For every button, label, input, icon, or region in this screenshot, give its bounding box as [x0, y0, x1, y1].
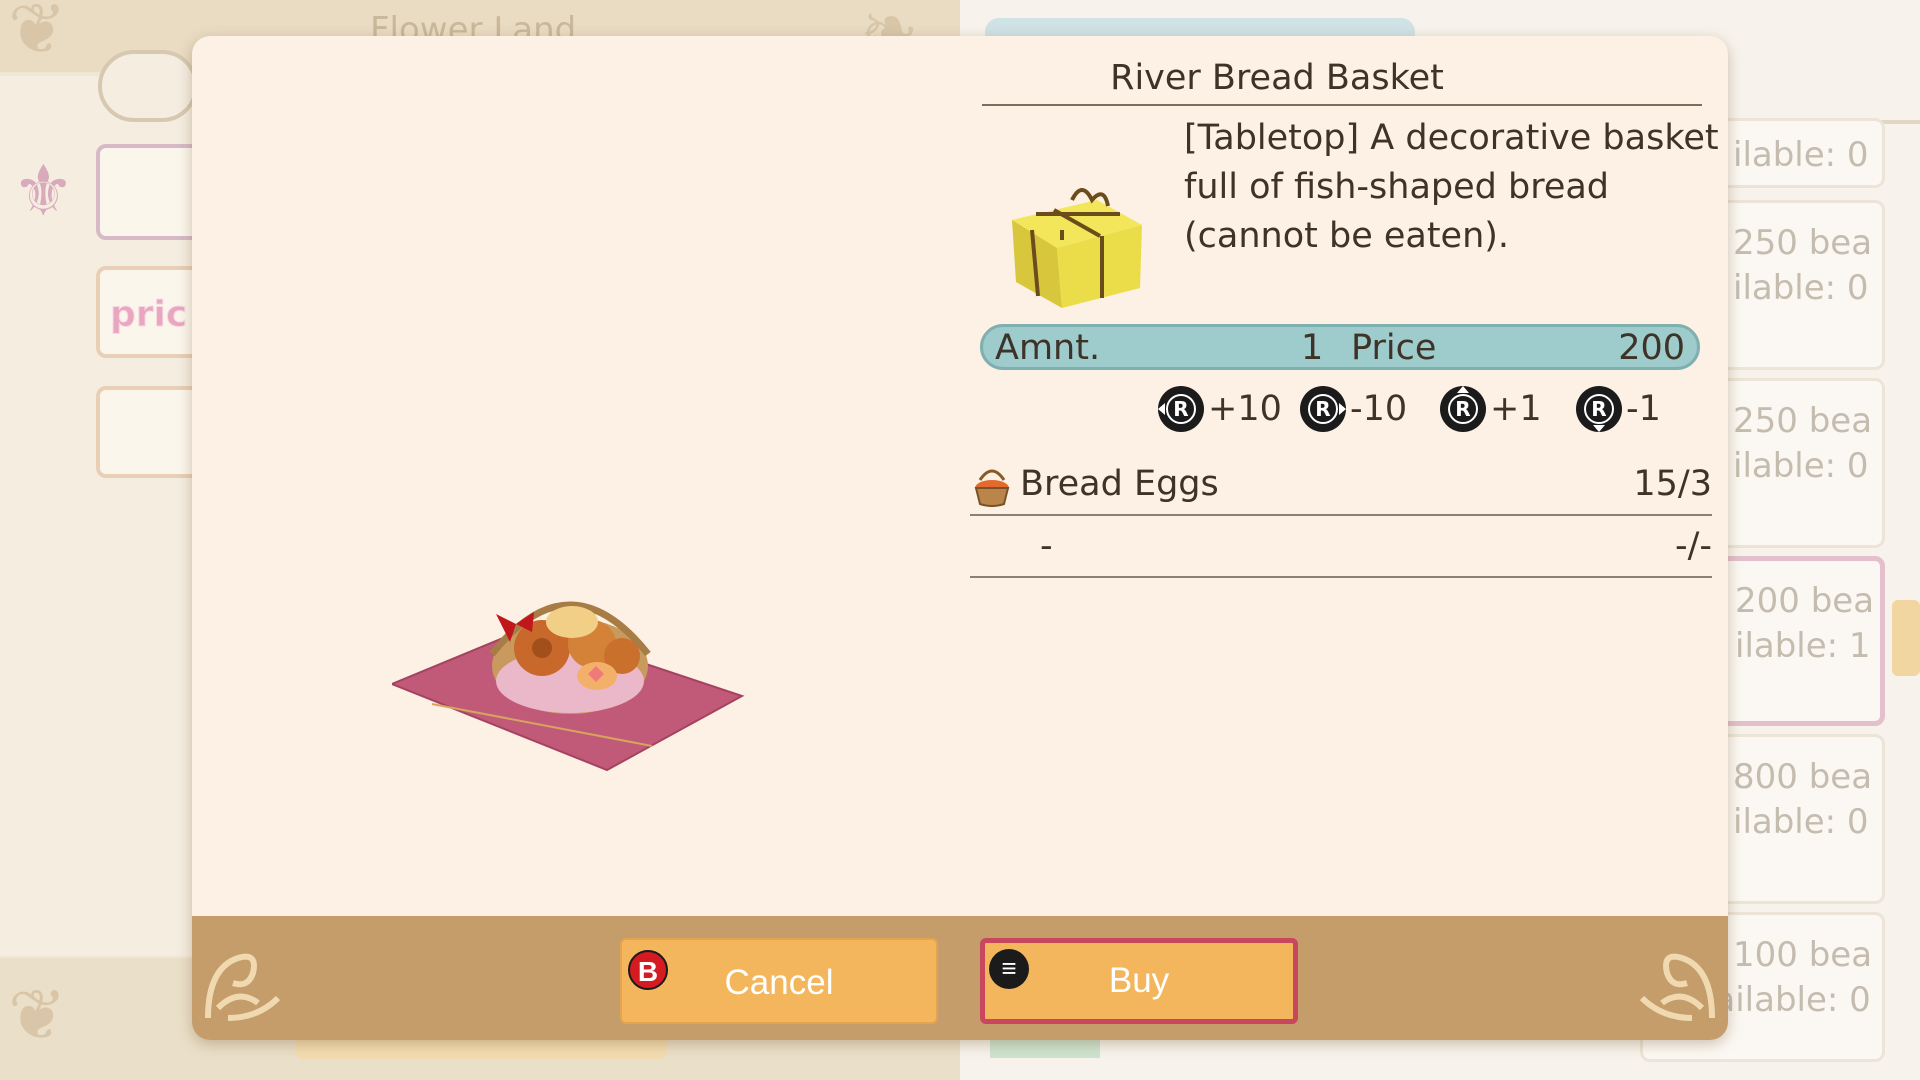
price-label: Price — [1351, 328, 1437, 368]
card-price-text: 250 bea — [1733, 401, 1873, 441]
amount-minus-1-control[interactable]: R -1 — [1576, 386, 1661, 432]
control-label: +1 — [1490, 389, 1542, 429]
flourish-icon: ❦ — [8, 0, 67, 70]
background-tab-pill — [98, 50, 198, 122]
card-price-text: 800 bea — [1733, 757, 1873, 797]
card-price-text: 250 bea — [1733, 223, 1873, 263]
control-label: -1 — [1626, 389, 1661, 429]
flourish-icon — [205, 953, 281, 1021]
buy-button-label: Buy — [1108, 961, 1170, 1000]
card-available-text: ilable: 1 — [1735, 626, 1871, 666]
dialog-footer: B Cancel ≡ Buy — [192, 916, 1728, 1040]
flourish-icon — [1639, 953, 1715, 1021]
amount-price-bar: Amnt. 1 Price 200 — [980, 324, 1700, 370]
material-row: - -/- — [970, 518, 1712, 578]
card-available-text: ilable: 0 — [1733, 135, 1869, 175]
control-label: +10 — [1208, 389, 1282, 429]
item-preview-area — [192, 36, 972, 916]
title-divider — [982, 104, 1702, 106]
b-button-icon: B — [628, 950, 668, 990]
furniture-box-icon — [1012, 188, 1142, 308]
r-stick-down-icon: R — [1576, 386, 1622, 432]
material-count: 15/3 — [1633, 464, 1712, 504]
buy-button[interactable]: ≡ Buy — [980, 938, 1298, 1024]
amount-label: Amnt. — [995, 328, 1101, 368]
fleur-icon: ⚜ — [12, 150, 75, 232]
amount-minus-10-control[interactable]: R -10 — [1300, 386, 1407, 432]
background-price-label: pric — [109, 294, 188, 336]
r-stick-right-icon: R — [1300, 386, 1346, 432]
bread-eggs-icon — [974, 469, 1010, 507]
material-row: Bread Eggs 15/3 — [970, 456, 1712, 516]
material-name: - — [1040, 526, 1053, 566]
item-title: River Bread Basket — [1110, 58, 1444, 98]
amount-value: 1 — [1301, 328, 1324, 368]
amount-plus-10-control[interactable]: R +10 — [1158, 386, 1282, 432]
r-stick-left-icon: R — [1158, 386, 1204, 432]
cancel-button[interactable]: B Cancel — [620, 938, 938, 1024]
cancel-button-label: Cancel — [724, 963, 834, 1002]
price-value: 200 — [1618, 328, 1685, 368]
card-available-text: ilable: 0 — [1733, 802, 1869, 842]
material-count: -/- — [1674, 526, 1712, 566]
background-strip — [295, 1040, 667, 1060]
item-description: [Tabletop] A decorative basket full of f… — [1184, 118, 1719, 256]
flourish-icon: ❦ — [8, 974, 67, 1056]
bread-basket-model-icon — [392, 601, 745, 772]
card-available-text: ilable: 0 — [1733, 446, 1869, 486]
background-scrollbar — [1892, 600, 1920, 676]
amount-plus-1-control[interactable]: R +1 — [1440, 386, 1542, 432]
card-price-text: 100 bea — [1733, 935, 1873, 975]
purchase-dialog: River Bread Basket [Tabletop] A decorati… — [192, 36, 1728, 1040]
card-available-text: ilable: 0 — [1733, 268, 1869, 308]
card-price-text: 200 bea — [1735, 581, 1875, 621]
control-label: -10 — [1350, 389, 1408, 429]
menu-button-icon: ≡ — [989, 949, 1029, 989]
material-name: Bread Eggs — [1020, 464, 1219, 504]
r-stick-up-icon: R — [1440, 386, 1486, 432]
